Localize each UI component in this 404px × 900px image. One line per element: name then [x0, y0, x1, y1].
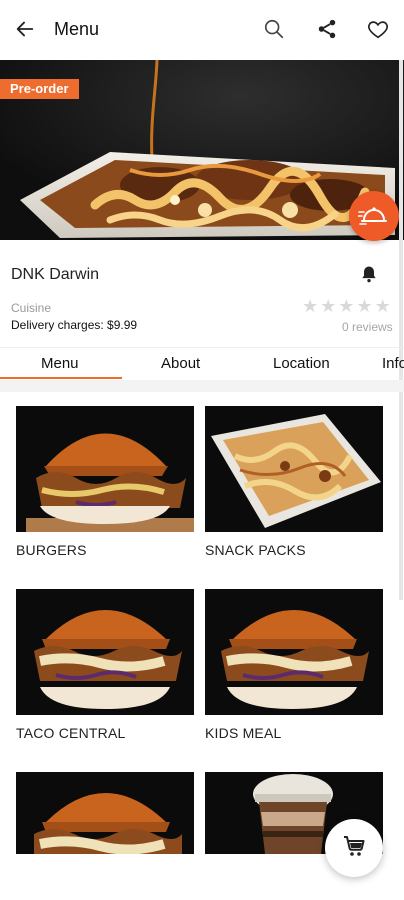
category-card[interactable] — [16, 772, 194, 854]
star-icon: ★ — [374, 296, 391, 316]
rating-stars: ★ ★ ★ ★ ★ — [302, 297, 391, 315]
scrollbar[interactable] — [399, 60, 403, 600]
star-icon: ★ — [338, 296, 355, 316]
section-divider — [0, 380, 404, 392]
category-image — [205, 406, 383, 532]
back-arrow-icon[interactable] — [10, 14, 40, 44]
category-card-snack-packs[interactable]: SNACK PACKS — [205, 406, 383, 558]
tab-info[interactable]: Info — [382, 355, 404, 372]
category-card-kids-meal[interactable]: KIDS MEAL — [205, 589, 383, 741]
cart-button[interactable] — [325, 819, 383, 877]
star-icon: ★ — [302, 296, 319, 316]
heart-icon[interactable] — [363, 14, 393, 44]
pre-order-badge: Pre-order — [0, 79, 79, 99]
share-icon[interactable] — [312, 14, 342, 44]
delivery-cloche-icon[interactable] — [349, 191, 399, 241]
reviews-count[interactable]: 0 reviews — [342, 320, 393, 334]
category-image — [205, 589, 383, 715]
cuisine-label: Cuisine — [11, 301, 52, 315]
category-label: SNACK PACKS — [205, 542, 306, 558]
restaurant-name: DNK Darwin — [11, 266, 100, 283]
active-tab-indicator — [0, 377, 122, 379]
category-card-burgers[interactable]: BURGERS — [16, 406, 194, 558]
category-label: BURGERS — [16, 542, 87, 558]
category-label: TACO CENTRAL — [16, 725, 126, 741]
category-label: KIDS MEAL — [205, 725, 282, 741]
category-card-taco-central[interactable]: TACO CENTRAL — [16, 589, 194, 741]
search-icon[interactable] — [259, 14, 289, 44]
star-icon: ★ — [320, 296, 337, 316]
bell-icon[interactable] — [359, 264, 379, 284]
category-image — [16, 772, 194, 854]
delivery-charges: Delivery charges: $9.99 — [11, 318, 138, 332]
tab-menu[interactable]: Menu — [41, 355, 79, 372]
page-title: Menu — [54, 19, 100, 39]
tab-bar: Menu About Location Info — [0, 347, 404, 381]
tab-location[interactable]: Location — [273, 355, 330, 372]
top-app-bar: Menu — [0, 0, 404, 60]
star-icon: ★ — [356, 296, 373, 316]
cart-icon — [342, 834, 366, 863]
tab-about[interactable]: About — [161, 355, 200, 372]
category-image — [16, 406, 194, 532]
category-image — [16, 589, 194, 715]
